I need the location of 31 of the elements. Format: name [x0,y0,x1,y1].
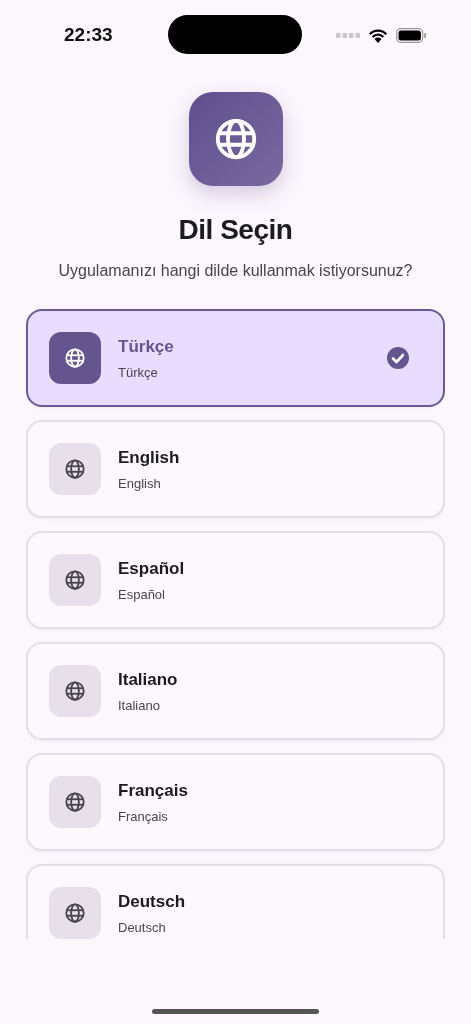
language-name: Français [118,780,188,801]
page-title: Dil Seçin [178,214,293,246]
check-icon [387,347,409,369]
language-option[interactable]: English English [26,420,445,518]
language-native-name: Français [118,808,169,824]
language-option[interactable]: Deutsch Deutsch [26,864,445,939]
globe-icon [64,569,86,591]
language-native-name: Deutsch [118,919,167,935]
globe-icon [64,680,86,702]
wifi-icon [368,27,388,43]
language-option[interactable]: Italiano Italiano [26,642,445,740]
language-name: Deutsch [118,891,186,912]
language-name: English [118,447,180,468]
signal-icon [336,32,360,38]
language-option[interactable]: Türkçe Türkçe [26,309,445,407]
globe-icon [64,458,86,480]
language-native-name: English [118,475,162,491]
language-name: Italiano [118,669,178,690]
language-name: Türkçe [118,336,174,357]
language-native-name: Türkçe [118,364,159,380]
language-native-name: Español [118,586,166,602]
language-option[interactable]: Français Français [26,753,445,851]
language-name: Español [118,558,185,579]
globe-icon [64,791,86,813]
status-time: 22:33 [64,24,114,46]
language-native-name: Italiano [118,697,161,713]
language-option[interactable]: Español Español [26,531,445,629]
globe-icon [64,902,86,924]
battery-icon [396,27,427,43]
globe-icon [64,347,86,369]
page-subtitle: Uygulamanızı hangi dilde kullanmak istiyorsunuz? [58,262,413,280]
